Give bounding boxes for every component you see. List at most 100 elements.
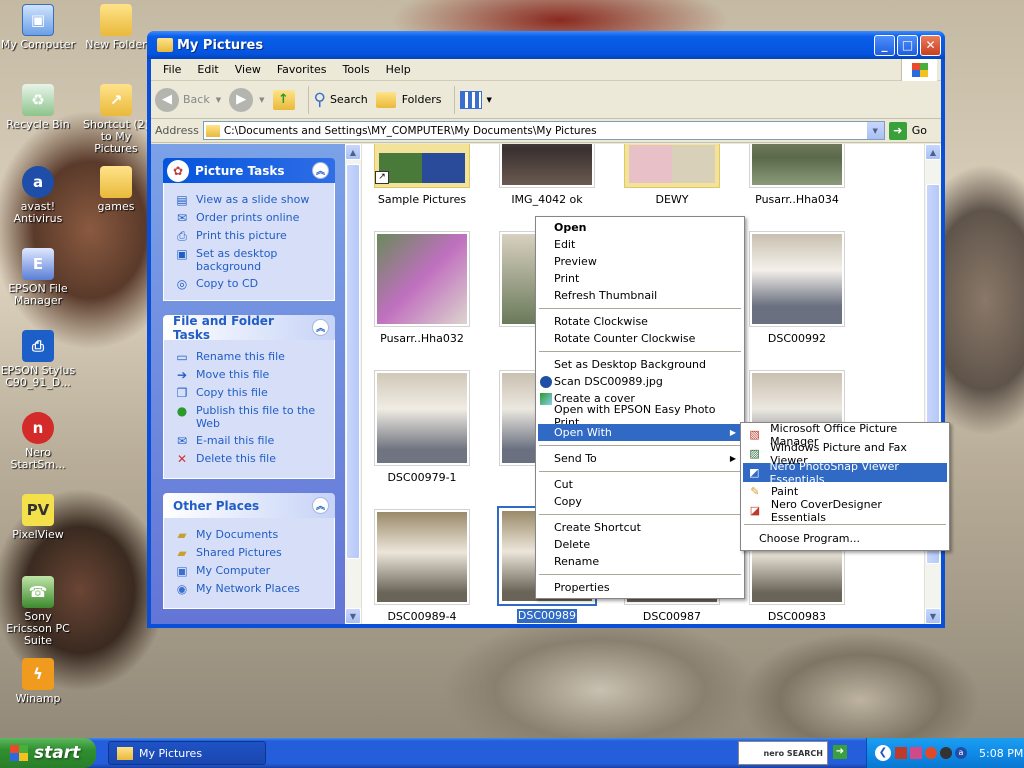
close-button[interactable]: ✕: [920, 34, 941, 56]
menu-print[interactable]: Print: [538, 270, 742, 287]
menu-preview[interactable]: Preview: [538, 253, 742, 270]
image-thumbnail[interactable]: [499, 144, 595, 188]
task-copy-to-cd[interactable]: ◎ Copy to CD: [174, 277, 330, 291]
selected-file-label[interactable]: DSC00989: [517, 609, 577, 623]
nero-search-go-icon[interactable]: ➜: [833, 745, 847, 759]
scroll-thumb[interactable]: [346, 164, 360, 559]
task-copy[interactable]: ❐ Copy this file: [174, 386, 330, 400]
tray-app-icon[interactable]: [940, 747, 952, 759]
open-with-nero-photosnap[interactable]: ◩ Nero PhotoSnap Viewer Essentials: [743, 460, 947, 486]
clock[interactable]: 5:08 PM: [979, 747, 1023, 760]
task-print-picture[interactable]: ⎙ Print this picture: [174, 229, 330, 243]
scroll-up-icon[interactable]: ▲: [925, 144, 941, 160]
tray-app-icon[interactable]: [925, 747, 937, 759]
menu-refresh-thumbnail[interactable]: Refresh Thumbnail: [538, 287, 742, 304]
file-label[interactable]: Pusarr..Hha034: [732, 193, 862, 206]
menu-view[interactable]: View: [227, 63, 269, 76]
avast-tray-icon[interactable]: a: [955, 747, 967, 759]
place-my-network[interactable]: ◉ My Network Places: [174, 582, 330, 596]
tray-app-icon[interactable]: [910, 747, 922, 759]
menu-set-desktop-background[interactable]: Set as Desktop Background: [538, 356, 742, 373]
inner-scrollbar[interactable]: ▲ ▼: [345, 144, 362, 624]
place-my-documents[interactable]: ▰ My Documents: [174, 528, 330, 542]
menu-rename[interactable]: Rename: [538, 553, 742, 570]
image-thumbnail[interactable]: [749, 231, 845, 327]
desktop-icon-recycle-bin[interactable]: ♻ Recycle Bin: [0, 84, 76, 131]
menu-rotate-clockwise[interactable]: Rotate Clockwise: [538, 313, 742, 330]
menu-tools[interactable]: Tools: [335, 63, 378, 76]
desktop-icon-winamp[interactable]: ϟ Winamp: [0, 658, 76, 705]
task-email[interactable]: ✉ E-mail this file: [174, 434, 330, 448]
menu-scan[interactable]: Scan DSC00989.jpg: [538, 373, 742, 390]
menu-open-with[interactable]: Open With ▶: [538, 424, 742, 441]
desktop-icon-epson-stylus[interactable]: ⎙ EPSON Stylus C90_91_D...: [0, 330, 76, 389]
desktop-icon-epson-file-manager[interactable]: E EPSON File Manager: [0, 248, 76, 307]
menu-file[interactable]: File: [155, 63, 189, 76]
desktop-icon-sony-ericsson[interactable]: ☎ Sony Ericsson PC Suite: [0, 576, 76, 647]
desktop-icon-new-folder[interactable]: New Folder: [78, 4, 154, 51]
desktop-icon-avast[interactable]: a avast! Antivirus: [0, 166, 76, 225]
file-label[interactable]: DSC00987: [607, 610, 737, 623]
place-my-computer[interactable]: ▣ My Computer: [174, 564, 330, 578]
folder-thumbnail[interactable]: [624, 144, 720, 188]
go-button[interactable]: ➜ Go: [888, 121, 927, 140]
image-thumbnail[interactable]: [749, 144, 845, 188]
file-label[interactable]: DSC00992: [732, 332, 862, 345]
task-publish-web[interactable]: ● Publish this file to the Web: [174, 404, 330, 430]
task-rename[interactable]: ▭ Rename this file: [174, 350, 330, 364]
other-places-header[interactable]: Other Places ︽: [163, 493, 335, 518]
scroll-up-icon[interactable]: ▲: [345, 144, 361, 160]
collapse-chevron-icon[interactable]: ︽: [312, 162, 329, 179]
menu-help[interactable]: Help: [378, 63, 419, 76]
search-button[interactable]: ⚲ Search: [314, 90, 368, 110]
folders-button[interactable]: Folders: [375, 91, 441, 108]
forward-button[interactable]: ▶ ▼: [229, 87, 265, 112]
menu-edit-item[interactable]: Edit: [538, 236, 742, 253]
tray-expand-icon[interactable]: ❮: [875, 745, 891, 761]
collapse-chevron-icon[interactable]: ︽: [312, 497, 329, 514]
up-button[interactable]: ↑: [272, 89, 295, 110]
tray-app-icon[interactable]: [895, 747, 907, 759]
desktop-icon-pixelview[interactable]: PV PixelView: [0, 494, 76, 541]
menu-open-with-epson[interactable]: Open with EPSON Easy Photo Print: [538, 403, 742, 429]
desktop-icon-my-computer[interactable]: ▣ My Computer: [0, 4, 76, 51]
menu-send-to[interactable]: Send To ▶: [538, 450, 742, 467]
picture-tasks-header[interactable]: ✿ Picture Tasks ︽: [163, 158, 335, 183]
address-input[interactable]: C:\Documents and Settings\MY_COMPUTER\My…: [202, 121, 885, 140]
start-button[interactable]: start: [0, 738, 96, 768]
maximize-button[interactable]: □: [897, 34, 918, 56]
taskbar-button-my-pictures[interactable]: My Pictures: [108, 741, 266, 765]
task-order-prints[interactable]: ✉ Order prints online: [174, 211, 330, 225]
file-label[interactable]: IMG_4042 ok: [482, 193, 612, 206]
file-folder-tasks-header[interactable]: File and Folder Tasks ︽: [163, 314, 335, 342]
menu-copy[interactable]: Copy: [538, 493, 742, 510]
desktop-icon-nero[interactable]: n Nero StartSm...: [0, 412, 76, 471]
scroll-down-icon[interactable]: ▼: [925, 608, 941, 624]
open-with-nero-coverdesigner[interactable]: ◪ Nero CoverDesigner Essentials: [743, 498, 947, 524]
task-move[interactable]: ➔ Move this file: [174, 368, 330, 382]
place-shared-pictures[interactable]: ▰ Shared Pictures: [174, 546, 330, 560]
menu-open[interactable]: Open: [538, 219, 742, 236]
collapse-chevron-icon[interactable]: ︽: [312, 319, 329, 336]
open-with-choose-program[interactable]: Choose Program...: [743, 529, 947, 548]
address-dropdown-button[interactable]: ▼: [866, 122, 884, 139]
nero-search-box[interactable]: nero SEARCH: [738, 741, 828, 765]
menu-delete[interactable]: Delete: [538, 536, 742, 553]
file-label[interactable]: DSC00989-4: [357, 610, 487, 623]
task-delete[interactable]: ✕ Delete this file: [174, 452, 330, 466]
menu-edit[interactable]: Edit: [189, 63, 226, 76]
task-slide-show[interactable]: ▤ View as a slide show: [174, 193, 330, 207]
task-set-desktop-bg[interactable]: ▣ Set as desktop background: [174, 247, 330, 273]
image-thumbnail[interactable]: [374, 370, 470, 466]
title-bar[interactable]: My Pictures _ □ ✕: [147, 31, 945, 59]
image-thumbnail[interactable]: [374, 509, 470, 605]
views-button[interactable]: ▼: [460, 90, 492, 109]
desktop-icon-games[interactable]: games: [78, 166, 154, 213]
menu-properties[interactable]: Properties: [538, 579, 742, 596]
menu-cut[interactable]: Cut: [538, 476, 742, 493]
back-button[interactable]: ◀ Back ▼: [155, 87, 221, 112]
menu-rotate-counter-clockwise[interactable]: Rotate Counter Clockwise: [538, 330, 742, 347]
desktop-icon-shortcut-my-pictures[interactable]: ↗ Shortcut (2) to My Pictures: [78, 84, 154, 155]
file-label[interactable]: DSC00983: [732, 610, 862, 623]
vertical-scrollbar[interactable]: ▲ ▼: [924, 144, 941, 624]
